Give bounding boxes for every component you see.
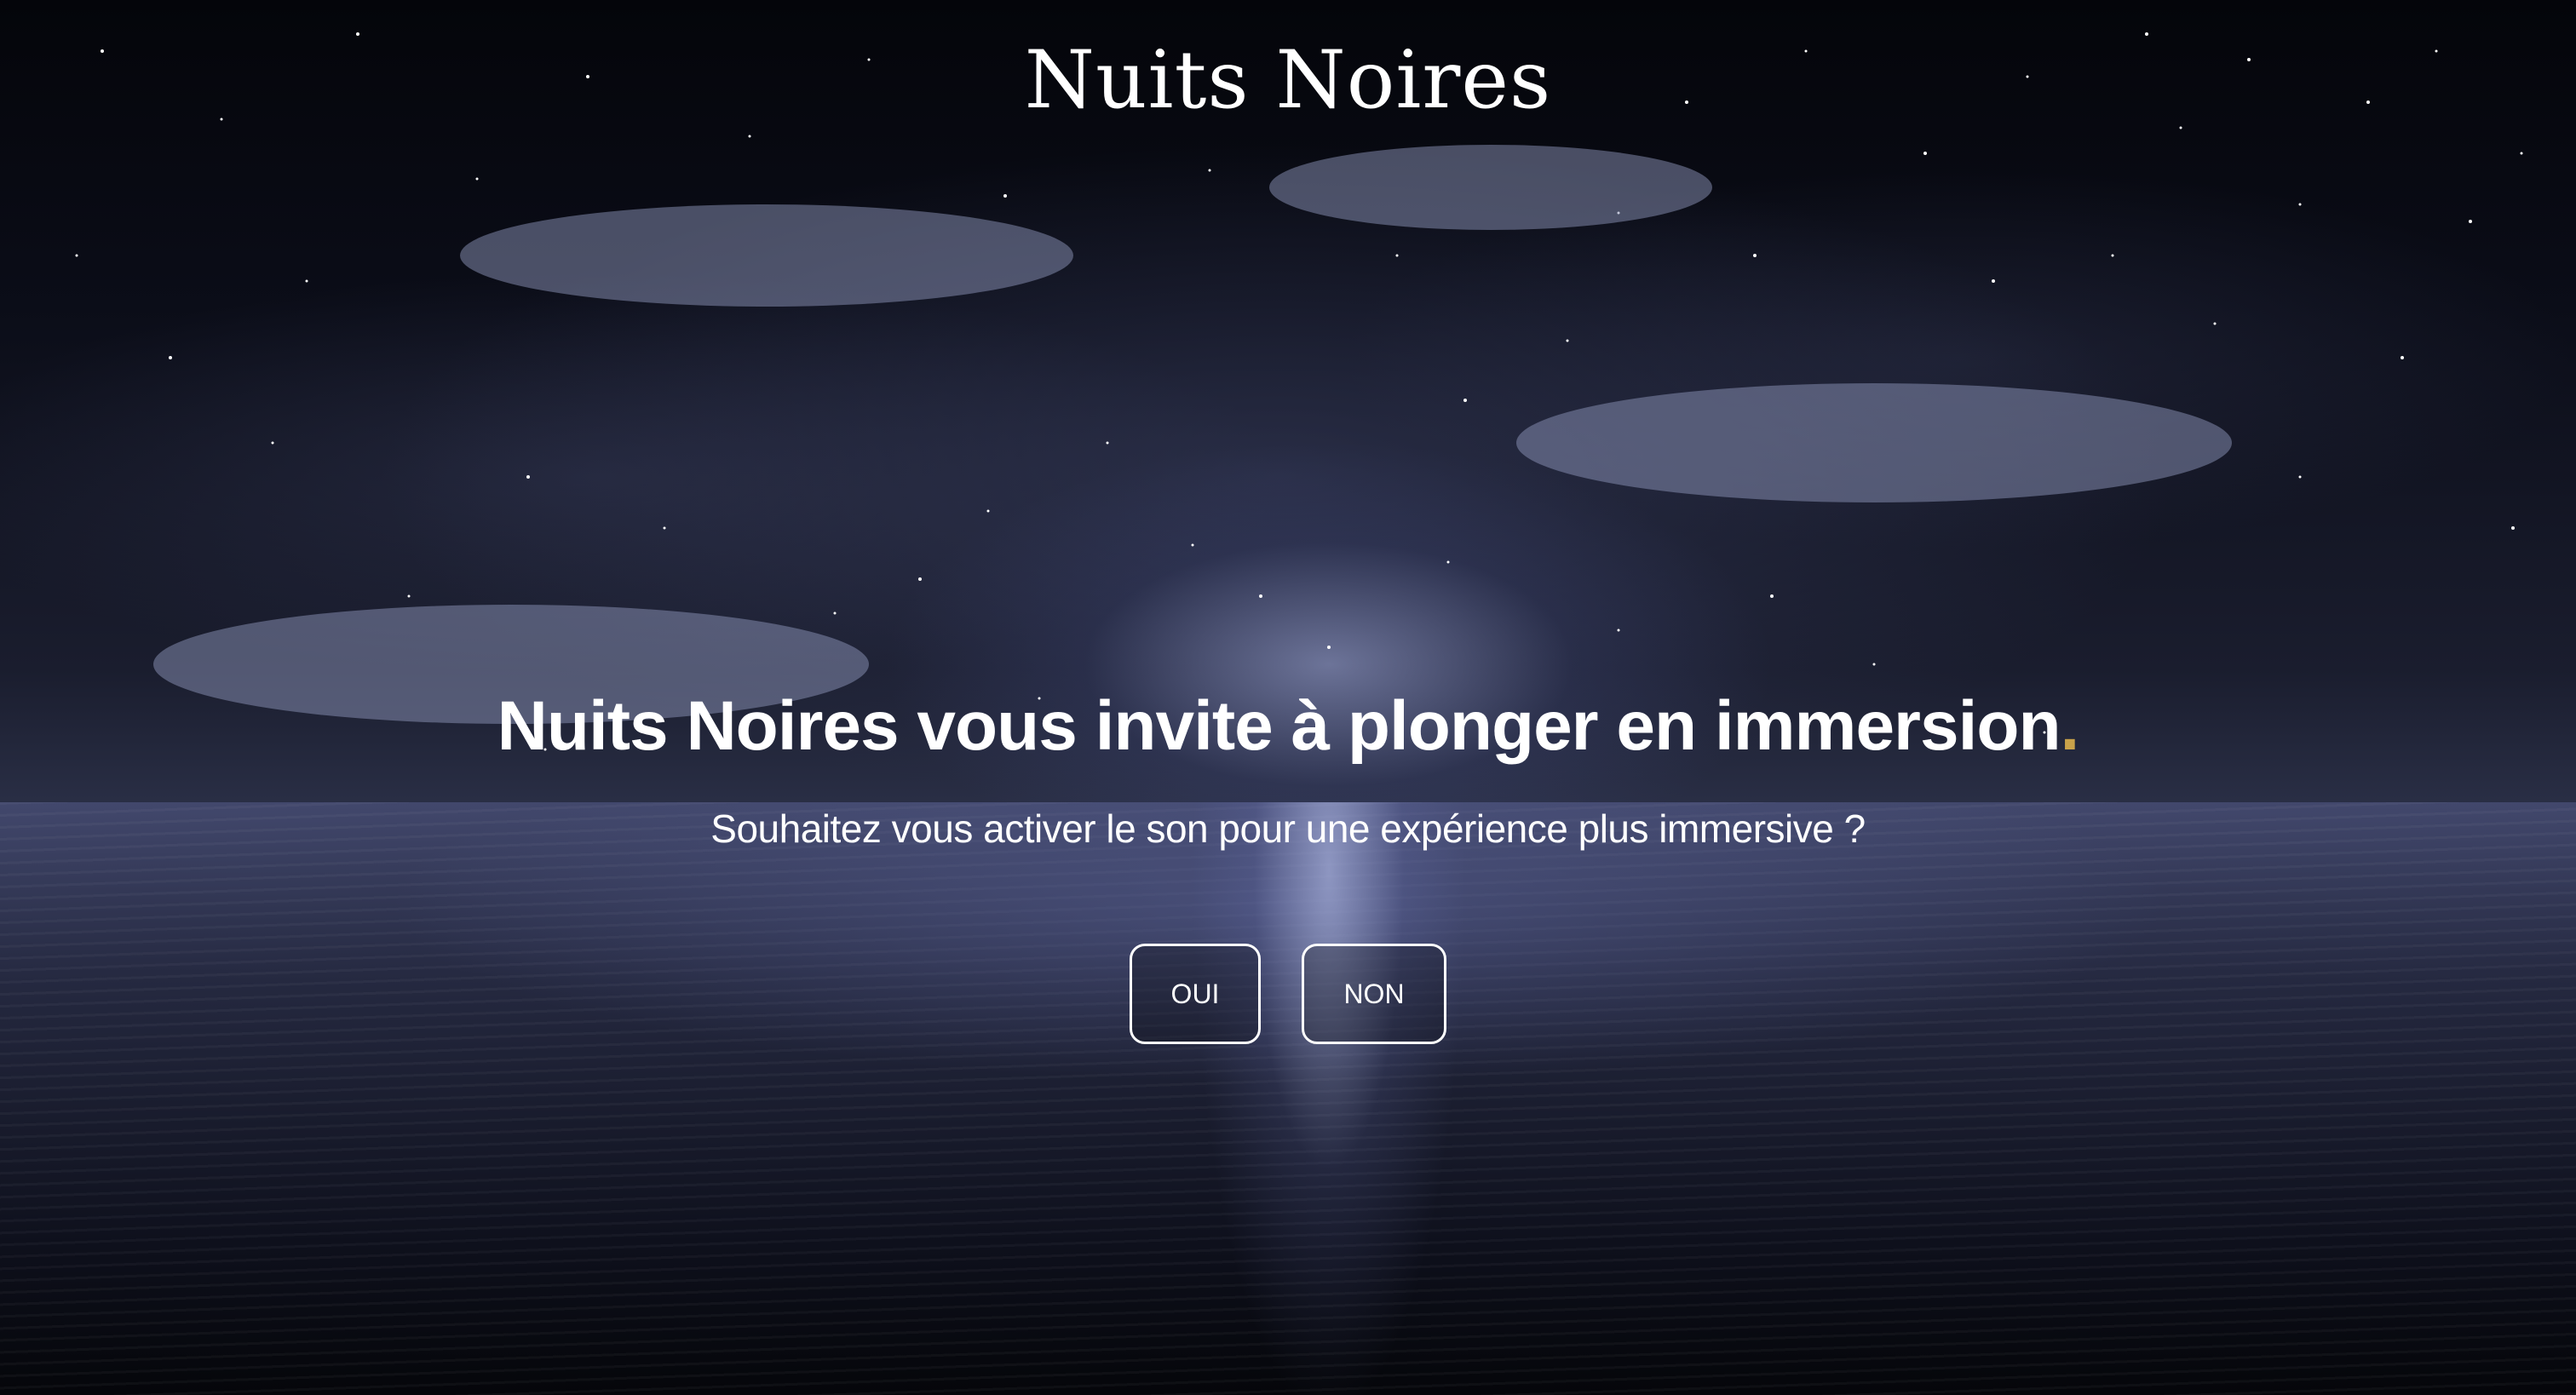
sound-question: Souhaitez vous activer le son pour une e… [710,807,1866,851]
page-headline: Nuits Noires vous invite à plonger en im… [0,686,2576,766]
brand-logo[interactable]: Nuits Noires [0,34,2576,127]
sound-choice-buttons: OUI NON [0,944,2576,1044]
enable-sound-button[interactable]: OUI [1130,944,1261,1044]
headline-text: Nuits Noires vous invite à plonger en im… [497,687,2061,765]
disable-sound-button[interactable]: NON [1302,944,1446,1044]
moonlit-sea-background [0,802,2576,1395]
headline-accent-dot: . [2060,687,2080,765]
sound-consent-screen: Nuits Noires Nuits Noires vous invite à … [0,0,2576,1395]
